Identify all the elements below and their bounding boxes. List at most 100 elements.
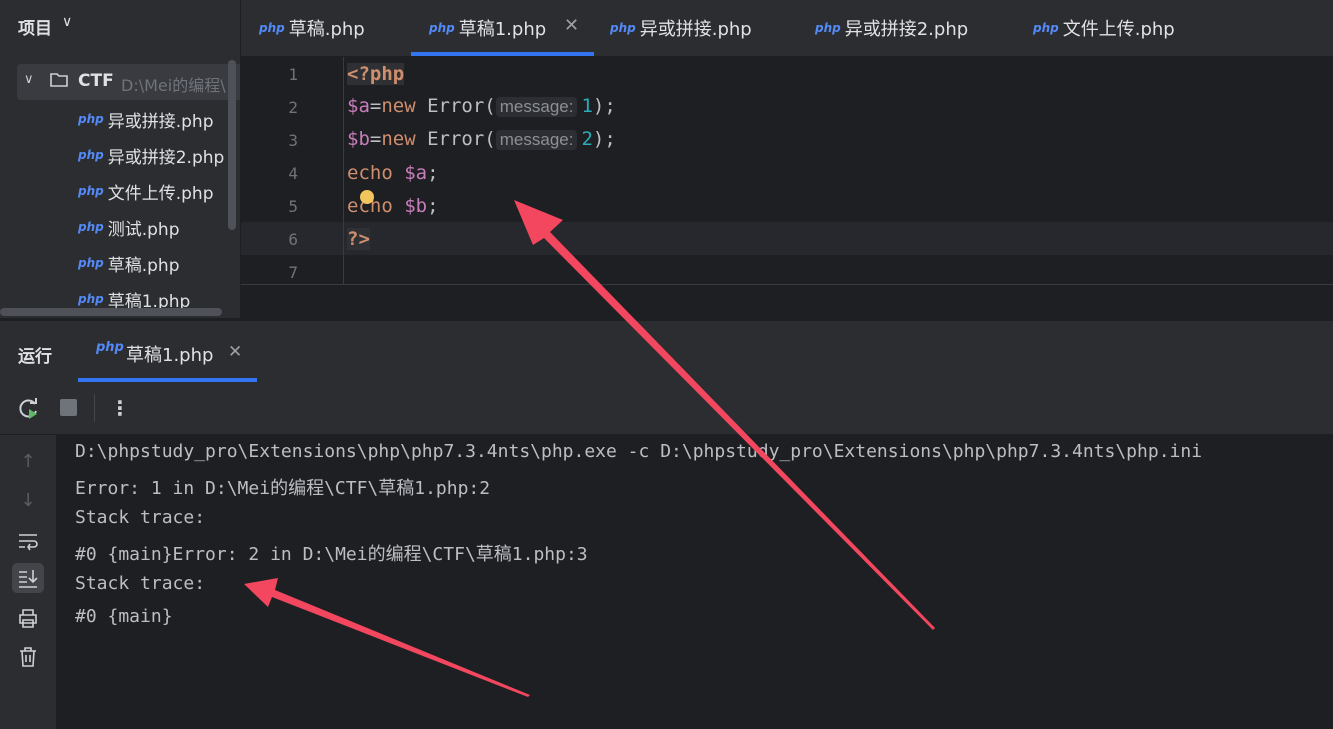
tree-root-path: D:\Mei的编程\ [121, 76, 226, 95]
code-line-1: <?php [347, 63, 405, 85]
php-file-icon: php [1033, 21, 1059, 35]
arrow-down-icon[interactable]: ↓ [17, 490, 39, 512]
tree-file-item[interactable]: php 测试.php [78, 212, 180, 242]
line-number: 5 [288, 197, 298, 216]
console-line: D:\phpstudy_pro\Extensions\php\php7.3.4n… [75, 441, 1203, 462]
tree-root-name: CTF [78, 71, 114, 91]
tab-label: 异或拼接2.php [844, 19, 969, 40]
run-tab-label[interactable]: 草稿1.php [126, 341, 213, 367]
number-literal: 1 [581, 95, 593, 117]
operator: = [369, 128, 382, 150]
php-file-icon: php [429, 21, 455, 35]
php-file-icon: php [78, 184, 104, 198]
tree-file-name: 文件上传.php [107, 183, 214, 204]
soft-wrap-icon[interactable] [17, 530, 39, 552]
gutter-separator [343, 57, 344, 284]
parameter-hint: message: [495, 97, 578, 117]
php-file-icon: php [78, 112, 104, 126]
operator: = [369, 95, 382, 117]
lightbulb-icon[interactable] [360, 190, 374, 204]
console-line: Stack trace: [75, 573, 206, 594]
punctuation: ; [427, 162, 439, 184]
close-icon[interactable]: ✕ [228, 342, 242, 362]
php-close-tag: ?> [347, 228, 370, 250]
active-tab-indicator [411, 52, 594, 56]
tab-cao-gao[interactable]: php 草稿.php [259, 0, 365, 56]
console-line: #0 {main}Error: 2 in D:\Mei的编程\CTF\草稿1.p… [75, 544, 588, 565]
project-vertical-scrollbar[interactable] [228, 60, 236, 230]
scroll-to-end-icon[interactable] [17, 567, 39, 589]
trash-icon[interactable] [17, 646, 39, 668]
variable: $b [404, 195, 428, 217]
tree-file-item[interactable]: php 草稿.php [78, 248, 180, 278]
tree-file-item[interactable]: php 异或拼接2.php [78, 140, 224, 170]
line-number: 7 [288, 263, 298, 282]
line-number: 6 [288, 230, 298, 249]
php-file-icon: php [78, 220, 104, 234]
tree-file-name: 草稿.php [107, 255, 180, 276]
toolbar-divider [94, 394, 95, 422]
current-line-highlight [241, 222, 1333, 255]
variable: $b [347, 128, 370, 150]
punctuation: ); [592, 128, 616, 150]
tab-label: 文件上传.php [1062, 19, 1175, 40]
folder-icon [50, 73, 68, 87]
php-file-icon: php [259, 21, 285, 35]
tree-file-name: 异或拼接2.php [107, 147, 225, 168]
tab-label: 草稿1.php [458, 19, 547, 40]
expand-arrow-icon[interactable]: ∨ [24, 72, 34, 87]
tree-file-item[interactable]: php 文件上传.php [78, 176, 214, 206]
code-line-2: $a=new Error(message: 1); [347, 95, 616, 117]
parameter-hint: message: [495, 130, 578, 150]
print-icon[interactable] [17, 607, 39, 629]
tree-file-item[interactable]: php 异或拼接.php [78, 104, 214, 134]
code-line-4: echo $a; [347, 162, 439, 184]
php-file-icon: php [78, 256, 104, 270]
chevron-down-icon[interactable]: ∨ [62, 14, 72, 30]
line-number: 1 [288, 65, 298, 84]
line-number: 2 [288, 98, 298, 117]
run-toolbar [0, 382, 1333, 435]
code-line-6: ?> [347, 228, 370, 250]
project-panel-title[interactable]: 项目 [18, 14, 52, 39]
tab-cao-gao-1[interactable]: php 草稿1.php [429, 0, 546, 56]
tab-yi-huo-pin-jie-2[interactable]: php 异或拼接2.php [815, 0, 968, 56]
rerun-icon[interactable] [17, 397, 41, 421]
tree-file-name: 异或拼接.php [107, 111, 214, 132]
punctuation: ; [427, 195, 439, 217]
line-number: 4 [288, 164, 298, 183]
stop-icon[interactable] [60, 399, 77, 416]
php-run-config-icon: php [96, 340, 124, 355]
php-file-icon: php [610, 21, 636, 35]
keyword: new [381, 95, 416, 117]
project-horizontal-scrollbar[interactable] [0, 308, 222, 316]
variable: $a [404, 162, 428, 184]
more-options-icon[interactable]: ⋮ [110, 396, 130, 420]
class-call: Error( [415, 95, 496, 117]
keyword: echo [347, 162, 393, 184]
tab-yi-huo-pin-jie[interactable]: php 异或拼接.php [610, 0, 752, 56]
tab-label: 异或拼接.php [639, 19, 752, 40]
tree-file-name: 测试.php [107, 219, 180, 240]
editor-empty-area [241, 284, 1333, 319]
console-line: Error: 1 in D:\Mei的编程\CTF\草稿1.php:2 [75, 478, 491, 499]
php-open-tag: <?php [347, 63, 405, 85]
php-file-icon: php [815, 21, 841, 35]
variable: $a [347, 95, 370, 117]
code-line-3: $b=new Error(message: 2); [347, 128, 616, 150]
number-literal: 2 [581, 128, 593, 150]
run-panel-title: 运行 [18, 347, 52, 367]
tab-wen-jian-shang-chuan[interactable]: php 文件上传.php [1033, 0, 1175, 56]
close-icon[interactable]: ✕ [564, 15, 579, 36]
class-call: Error( [415, 128, 496, 150]
arrow-up-icon[interactable]: ↑ [17, 451, 39, 473]
console-line: Stack trace: [75, 507, 206, 528]
line-number: 3 [288, 131, 298, 150]
console-line: #0 {main} [75, 606, 173, 627]
keyword: new [381, 128, 416, 150]
php-file-icon: php [78, 148, 104, 162]
tab-label: 草稿.php [288, 19, 365, 40]
php-file-icon: php [78, 292, 104, 306]
